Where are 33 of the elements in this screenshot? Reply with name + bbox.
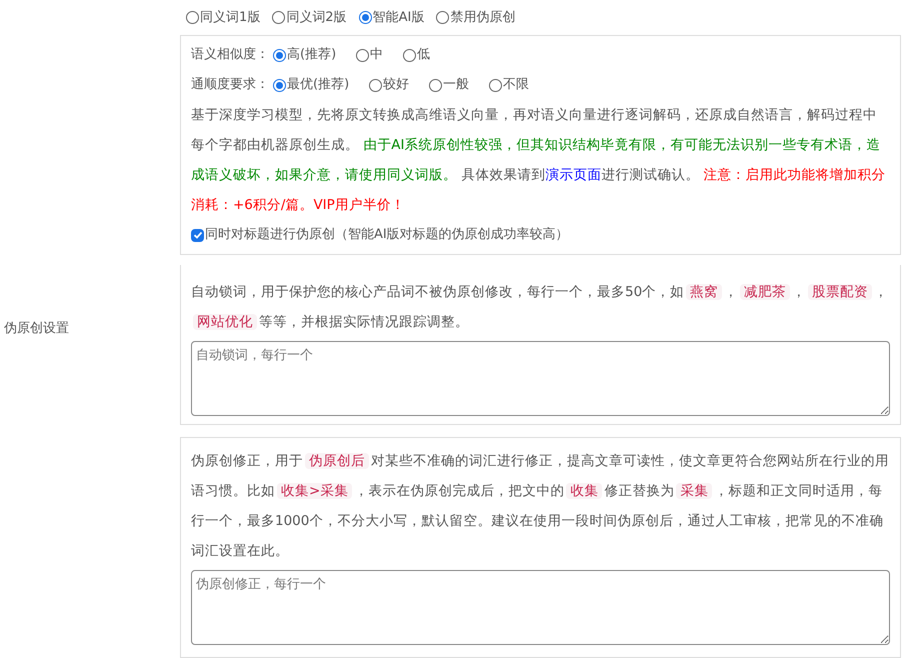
correction-field[interactable]: 伪原创修正，每行一个 bbox=[191, 570, 890, 645]
option-label: 最优(推荐) bbox=[287, 76, 350, 94]
option-label: 通顺度要求： bbox=[191, 76, 269, 94]
option-label: 禁用伪原创 bbox=[450, 8, 516, 27]
option-label: 较好 bbox=[383, 76, 410, 94]
radio-button[interactable] bbox=[273, 78, 286, 92]
option-label: 同义词2版 bbox=[286, 8, 347, 27]
option-label: 一般 bbox=[443, 76, 470, 94]
demo-link[interactable]: 演示页面 bbox=[545, 167, 602, 183]
lock-description: 自动锁词，用于保护您的核心产品词不被伪原创修改，每行一个，最多50个，如 燕窝 ， 减肥茶 ， 股票配资 ， 网站优化 等等，并根据实际情况跟踪调整。 bbox=[191, 283, 890, 332]
radio-button[interactable] bbox=[369, 78, 382, 92]
radio-button[interactable] bbox=[403, 48, 416, 62]
ai-description: 基于深度学习模型，先将原文转换成高维语义向量，再对语义向量进行逐词解码，还原成自然语言，解码过程中每个字都由机器原创生成。 由于AI系统原创性较强，但其知识结构毕竟有限，有可能无法识别一些专有术语，造成语义破坏，如果介意，请使用同义词版。 具体效果请到演示页面进行测试确认。 注意：启用此功能将增加积分消耗：+6积分/篇。VIP用户半价！ bbox=[191, 106, 887, 215]
radio-button[interactable] bbox=[436, 11, 450, 24]
radio-button[interactable] bbox=[186, 11, 199, 24]
option-label: 高(推荐) bbox=[287, 46, 336, 64]
radio-button[interactable] bbox=[358, 11, 372, 24]
fix-description: 伪原创修正，用于 伪原创后 对某些不准确的词汇进行修正，提高文章可读性，使文章更符合您网站所在行业的用语习惯。比如 收集>采集 ，表示在伪原创完成后，把文中的 收集 修正替换为 采集 ，标题和正文同时适用，每行一个，最多1000个，不分大小写，默认留空。建议在使用一段时间伪原创后，通过人工审核，把常见的不准确词汇设置在此。 bbox=[191, 452, 890, 561]
option-label: 同义词1版 bbox=[200, 8, 260, 27]
checkbox[interactable] bbox=[191, 228, 204, 242]
option-label: 智能AI版 bbox=[372, 8, 424, 27]
radio-button[interactable] bbox=[272, 11, 286, 24]
option-label: 中 bbox=[370, 46, 384, 64]
option-label: 不限 bbox=[503, 76, 530, 94]
radio-button[interactable] bbox=[429, 78, 442, 92]
checkbox-label: 同时对标题进行伪原创（智能AI版对标题的伪原创成功率较高） bbox=[205, 226, 569, 244]
lock-words-field[interactable]: 自动锁词，每行一个 bbox=[191, 341, 890, 416]
section-label: 伪原创设置 bbox=[4, 320, 69, 338]
radio-button[interactable] bbox=[356, 48, 370, 62]
radio-button[interactable] bbox=[489, 78, 502, 92]
radio-button[interactable] bbox=[273, 48, 286, 62]
option-label: 低 bbox=[417, 46, 430, 64]
option-label: 语义相似度： bbox=[191, 46, 269, 64]
